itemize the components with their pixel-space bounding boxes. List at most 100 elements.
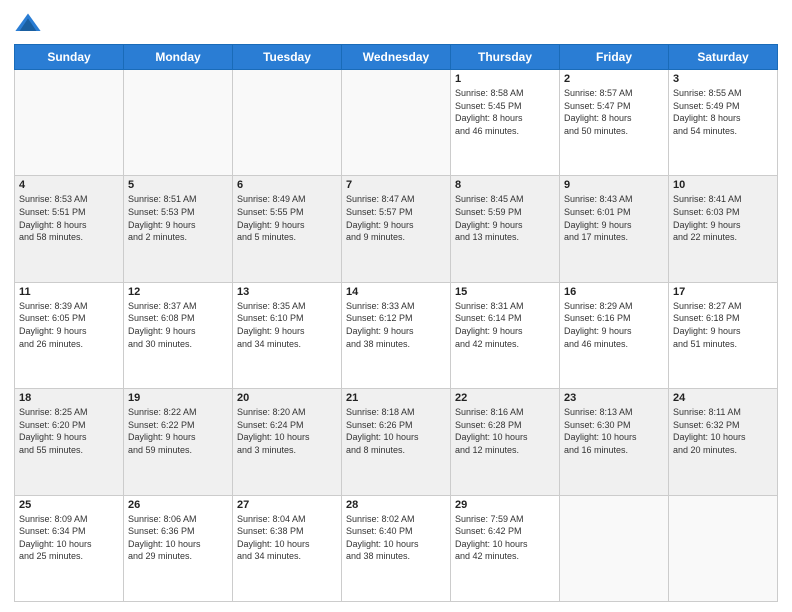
- calendar-cell: 11Sunrise: 8:39 AMSunset: 6:05 PMDayligh…: [15, 282, 124, 388]
- calendar-cell: 4 Sunrise: 8:53 AMSunset: 5:51 PMDaylight…: [15, 176, 124, 282]
- calendar-cell: [233, 70, 342, 176]
- calendar-cell: 6 Sunrise: 8:49 AMSunset: 5:55 PMDaylight…: [233, 176, 342, 282]
- day-info: Sunrise: 8:55 AMSunset: 5:49 PMDaylight:…: [673, 87, 773, 137]
- calendar-cell: [669, 495, 778, 601]
- day-info: Sunrise: 8:53 AMSunset: 5:51 PMDaylight:…: [19, 193, 119, 243]
- calendar-cell: 8 Sunrise: 8:45 AMSunset: 5:59 PMDaylight…: [451, 176, 560, 282]
- calendar-cell: 22 Sunrise: 8:16 AMSunset: 6:28 PMDayligh…: [451, 389, 560, 495]
- day-info: Sunrise: 8:47 AMSunset: 5:57 PMDaylight:…: [346, 193, 446, 243]
- day-header-saturday: Saturday: [669, 45, 778, 70]
- calendar-header-row: SundayMondayTuesdayWednesdayThursdayFrid…: [15, 45, 778, 70]
- day-number: 28: [346, 499, 446, 511]
- calendar-cell: [124, 70, 233, 176]
- calendar-cell: 2 Sunrise: 8:57 AMSunset: 5:47 PMDaylight…: [560, 70, 669, 176]
- day-info: Sunrise: 8:43 AMSunset: 6:01 PMDaylight:…: [564, 193, 664, 243]
- day-number: 3: [673, 73, 773, 85]
- day-info: Sunrise: 8:06 AMSunset: 6:36 PMDaylight:…: [128, 513, 228, 563]
- day-info: Sunrise: 8:41 AMSunset: 6:03 PMDaylight:…: [673, 193, 773, 243]
- day-info: Sunrise: 8:29 AMSunset: 6:16 PMDaylight:…: [564, 300, 664, 350]
- day-header-wednesday: Wednesday: [342, 45, 451, 70]
- day-info: Sunrise: 8:51 AMSunset: 5:53 PMDaylight:…: [128, 193, 228, 243]
- calendar-cell: 29 Sunrise: 7:59 AMSunset: 6:42 PMDayligh…: [451, 495, 560, 601]
- calendar-week-row: 4 Sunrise: 8:53 AMSunset: 5:51 PMDaylight…: [15, 176, 778, 282]
- day-number: 10: [673, 179, 773, 191]
- day-number: 9: [564, 179, 664, 191]
- day-info: Sunrise: 8:22 AMSunset: 6:22 PMDaylight:…: [128, 406, 228, 456]
- day-info: Sunrise: 8:27 AMSunset: 6:18 PMDaylight:…: [673, 300, 773, 350]
- day-header-monday: Monday: [124, 45, 233, 70]
- day-number: 8: [455, 179, 555, 191]
- page: SundayMondayTuesdayWednesdayThursdayFrid…: [0, 0, 792, 612]
- calendar-cell: 5 Sunrise: 8:51 AMSunset: 5:53 PMDaylight…: [124, 176, 233, 282]
- calendar-cell: 14 Sunrise: 8:33 AMSunset: 6:12 PMDayligh…: [342, 282, 451, 388]
- day-info: Sunrise: 8:20 AMSunset: 6:24 PMDaylight:…: [237, 406, 337, 456]
- day-number: 12: [128, 286, 228, 298]
- logo-icon: [14, 10, 42, 38]
- day-info: Sunrise: 8:49 AMSunset: 5:55 PMDaylight:…: [237, 193, 337, 243]
- calendar-week-row: 25 Sunrise: 8:09 AMSunset: 6:34 PMDayligh…: [15, 495, 778, 601]
- calendar-cell: 10 Sunrise: 8:41 AMSunset: 6:03 PMDayligh…: [669, 176, 778, 282]
- day-info: Sunrise: 8:33 AMSunset: 6:12 PMDaylight:…: [346, 300, 446, 350]
- day-header-sunday: Sunday: [15, 45, 124, 70]
- day-header-friday: Friday: [560, 45, 669, 70]
- day-info: Sunrise: 8:31 AMSunset: 6:14 PMDaylight:…: [455, 300, 555, 350]
- calendar-cell: 19 Sunrise: 8:22 AMSunset: 6:22 PMDayligh…: [124, 389, 233, 495]
- calendar: SundayMondayTuesdayWednesdayThursdayFrid…: [14, 44, 778, 602]
- calendar-cell: 28 Sunrise: 8:02 AMSunset: 6:40 PMDayligh…: [342, 495, 451, 601]
- day-info: Sunrise: 8:11 AMSunset: 6:32 PMDaylight:…: [673, 406, 773, 456]
- day-number: 4: [19, 179, 119, 191]
- calendar-week-row: 18 Sunrise: 8:25 AMSunset: 6:20 PMDayligh…: [15, 389, 778, 495]
- calendar-cell: 9 Sunrise: 8:43 AMSunset: 6:01 PMDaylight…: [560, 176, 669, 282]
- day-number: 14: [346, 286, 446, 298]
- day-number: 17: [673, 286, 773, 298]
- day-number: 22: [455, 392, 555, 404]
- calendar-cell: 25 Sunrise: 8:09 AMSunset: 6:34 PMDayligh…: [15, 495, 124, 601]
- calendar-cell: 21 Sunrise: 8:18 AMSunset: 6:26 PMDayligh…: [342, 389, 451, 495]
- calendar-cell: 12 Sunrise: 8:37 AMSunset: 6:08 PMDayligh…: [124, 282, 233, 388]
- day-number: 23: [564, 392, 664, 404]
- day-info: Sunrise: 8:35 AMSunset: 6:10 PMDaylight:…: [237, 300, 337, 350]
- day-header-tuesday: Tuesday: [233, 45, 342, 70]
- day-number: 15: [455, 286, 555, 298]
- day-number: 16: [564, 286, 664, 298]
- day-number: 13: [237, 286, 337, 298]
- day-number: 6: [237, 179, 337, 191]
- day-number: 5: [128, 179, 228, 191]
- day-info: Sunrise: 8:04 AMSunset: 6:38 PMDaylight:…: [237, 513, 337, 563]
- calendar-cell: 18 Sunrise: 8:25 AMSunset: 6:20 PMDayligh…: [15, 389, 124, 495]
- calendar-cell: 20 Sunrise: 8:20 AMSunset: 6:24 PMDayligh…: [233, 389, 342, 495]
- day-number: 25: [19, 499, 119, 511]
- day-number: 11: [19, 286, 119, 298]
- day-info: Sunrise: 8:58 AMSunset: 5:45 PMDaylight:…: [455, 87, 555, 137]
- calendar-cell: 17 Sunrise: 8:27 AMSunset: 6:18 PMDayligh…: [669, 282, 778, 388]
- day-info: Sunrise: 8:37 AMSunset: 6:08 PMDaylight:…: [128, 300, 228, 350]
- day-info: Sunrise: 8:09 AMSunset: 6:34 PMDaylight:…: [19, 513, 119, 563]
- day-number: 19: [128, 392, 228, 404]
- calendar-cell: 27 Sunrise: 8:04 AMSunset: 6:38 PMDayligh…: [233, 495, 342, 601]
- day-info: Sunrise: 8:02 AMSunset: 6:40 PMDaylight:…: [346, 513, 446, 563]
- calendar-cell: [560, 495, 669, 601]
- day-info: Sunrise: 8:45 AMSunset: 5:59 PMDaylight:…: [455, 193, 555, 243]
- day-number: 2: [564, 73, 664, 85]
- calendar-cell: 3 Sunrise: 8:55 AMSunset: 5:49 PMDaylight…: [669, 70, 778, 176]
- day-number: 29: [455, 499, 555, 511]
- calendar-cell: 24Sunrise: 8:11 AMSunset: 6:32 PMDayligh…: [669, 389, 778, 495]
- calendar-cell: 16 Sunrise: 8:29 AMSunset: 6:16 PMDayligh…: [560, 282, 669, 388]
- calendar-cell: 23 Sunrise: 8:13 AMSunset: 6:30 PMDayligh…: [560, 389, 669, 495]
- day-number: 27: [237, 499, 337, 511]
- day-info: Sunrise: 8:25 AMSunset: 6:20 PMDaylight:…: [19, 406, 119, 456]
- day-info: Sunrise: 8:16 AMSunset: 6:28 PMDaylight:…: [455, 406, 555, 456]
- day-info: Sunrise: 8:57 AMSunset: 5:47 PMDaylight:…: [564, 87, 664, 137]
- day-info: Sunrise: 7:59 AMSunset: 6:42 PMDaylight:…: [455, 513, 555, 563]
- day-number: 20: [237, 392, 337, 404]
- day-number: 18: [19, 392, 119, 404]
- calendar-cell: [342, 70, 451, 176]
- calendar-cell: 15 Sunrise: 8:31 AMSunset: 6:14 PMDayligh…: [451, 282, 560, 388]
- logo: [14, 10, 46, 38]
- day-number: 21: [346, 392, 446, 404]
- day-info: Sunrise: 8:18 AMSunset: 6:26 PMDaylight:…: [346, 406, 446, 456]
- day-info: Sunrise: 8:13 AMSunset: 6:30 PMDaylight:…: [564, 406, 664, 456]
- calendar-cell: 7Sunrise: 8:47 AMSunset: 5:57 PMDaylight…: [342, 176, 451, 282]
- calendar-cell: 26Sunrise: 8:06 AMSunset: 6:36 PMDayligh…: [124, 495, 233, 601]
- day-header-thursday: Thursday: [451, 45, 560, 70]
